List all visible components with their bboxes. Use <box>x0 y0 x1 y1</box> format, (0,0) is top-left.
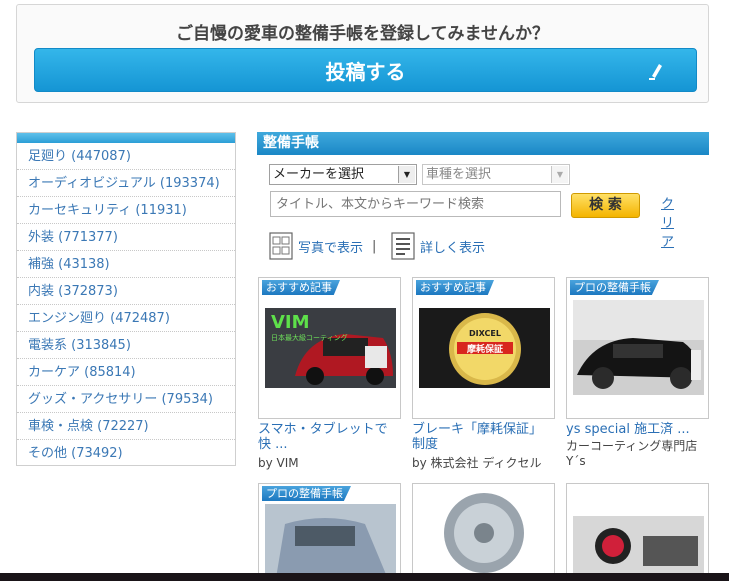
post-question: ご自慢の愛車の整備手帳を登録してみませんか？ <box>176 24 549 44</box>
clear-link[interactable]: クリア <box>661 193 674 250</box>
chevron-down-icon: ▼ <box>551 166 568 183</box>
article-card[interactable]: プロの整備手帳 <box>566 277 709 419</box>
card-title-link[interactable]: ys special 施工済 ... <box>566 422 712 437</box>
sidebar-header-bar <box>17 133 235 143</box>
view-photo-label: 写真で表示 <box>298 240 364 256</box>
card-thumb-caption: 摩耗保証 <box>467 343 503 355</box>
maker-select[interactable]: メーカーを選択 ▼ <box>269 164 417 185</box>
sidebar-item-interior[interactable]: 内装 (372873) <box>17 278 235 305</box>
card-badge: おすすめ記事 <box>416 280 494 295</box>
article-card[interactable]: おすすめ記事 VIM 日本最大級コーティング <box>258 277 401 419</box>
model-select-value: 車種を選択 <box>426 167 492 182</box>
card-badge: プロの整備手帳 <box>570 280 659 295</box>
article-card[interactable]: おすすめ記事 DIXCEL 摩耗保証 <box>412 277 555 419</box>
sidebar-item-exterior[interactable]: 外装 (771377) <box>17 224 235 251</box>
sidebar-item-car-security[interactable]: カーセキュリティ (11931) <box>17 197 235 224</box>
view-separator: | <box>372 239 377 254</box>
article-card[interactable]: プロの整備手帳 <box>258 483 401 581</box>
bottom-strip <box>0 573 729 581</box>
sidebar-item-goods-accessories[interactable]: グッズ・アクセサリー (79534) <box>17 386 235 413</box>
card-title-link[interactable]: ブレーキ「摩耗保証」 制度 <box>412 422 558 452</box>
card-thumbnail <box>419 488 550 573</box>
sidebar-item-other[interactable]: その他 (73492) <box>17 440 235 467</box>
view-detail-label: 詳しく表示 <box>420 240 486 256</box>
maintenance-section: 整備手帳 メーカーを選択 ▼ 車種を選択 ▼ 検 索 クリア 写真で表示 | <box>257 132 709 581</box>
view-photo-link[interactable]: 写真で表示 <box>269 232 363 260</box>
post-button[interactable]: 投稿する <box>34 48 697 92</box>
article-card[interactable] <box>412 483 555 581</box>
view-detail-link[interactable]: 詳しく表示 <box>391 232 485 260</box>
card-thumbnail <box>265 504 396 581</box>
pen-icon <box>649 64 662 80</box>
sidebar-item-electrical[interactable]: 電装系 (313845) <box>17 332 235 359</box>
sidebar-item-reinforcement[interactable]: 補強 (43138) <box>17 251 235 278</box>
card-thumbnail <box>573 516 704 576</box>
card-title-link[interactable]: スマホ・タブレットで 快 ... <box>258 422 404 452</box>
card-badge: プロの整備手帳 <box>262 486 351 501</box>
card-thumbnail <box>573 300 704 395</box>
card-title-line: 制度 <box>412 437 439 452</box>
section-title: 整備手帳 <box>257 132 709 155</box>
card-author-line: Y´s <box>566 454 586 468</box>
keyword-search-input[interactable] <box>270 191 561 217</box>
sidebar-item-car-care[interactable]: カーケア (85814) <box>17 359 235 386</box>
card-author-line: カーコーティング専門店 <box>566 439 698 453</box>
chevron-down-icon: ▼ <box>398 166 415 183</box>
model-select[interactable]: 車種を選択 ▼ <box>422 164 570 185</box>
card-thumbnail: DIXCEL 摩耗保証 <box>419 308 550 388</box>
sidebar-item-inspection[interactable]: 車検・点検 (72227) <box>17 413 235 440</box>
sidebar-item-audio-visual[interactable]: オーディオビジュアル (193374) <box>17 170 235 197</box>
category-sidebar: 足廻り (447087) オーディオビジュアル (193374) カーセキュリテ… <box>16 132 236 466</box>
card-thumbnail: VIM 日本最大級コーティング <box>265 308 396 388</box>
card-author: by VIM <box>258 456 299 470</box>
card-badge: おすすめ記事 <box>262 280 340 295</box>
post-button-label: 投稿する <box>325 59 406 84</box>
card-title-line: ブレーキ「摩耗保証」 <box>412 422 543 437</box>
sidebar-item-engine[interactable]: エンジン廻り (472487) <box>17 305 235 332</box>
maker-select-value: メーカーを選択 <box>273 167 365 182</box>
card-title-line: スマホ・タブレットで <box>258 422 388 437</box>
grid-view-icon <box>269 232 293 260</box>
sidebar-item-ashimawari[interactable]: 足廻り (447087) <box>17 143 235 170</box>
card-thumb-brand: VIM <box>271 312 310 333</box>
article-card[interactable] <box>566 483 709 581</box>
post-panel: ご自慢の愛車の整備手帳を登録してみませんか？ 投稿する <box>16 4 709 103</box>
card-author: カーコーティング専門店 Y´s <box>566 439 712 469</box>
card-thumb-brand: DIXCEL <box>469 329 501 338</box>
card-author: by 株式会社 ディクセル <box>412 456 542 470</box>
search-button[interactable]: 検 索 <box>571 193 640 218</box>
card-title-line: 快 ... <box>258 437 288 452</box>
list-view-icon <box>391 232 415 260</box>
card-thumb-caption: 日本最大級コーティング <box>271 333 348 342</box>
